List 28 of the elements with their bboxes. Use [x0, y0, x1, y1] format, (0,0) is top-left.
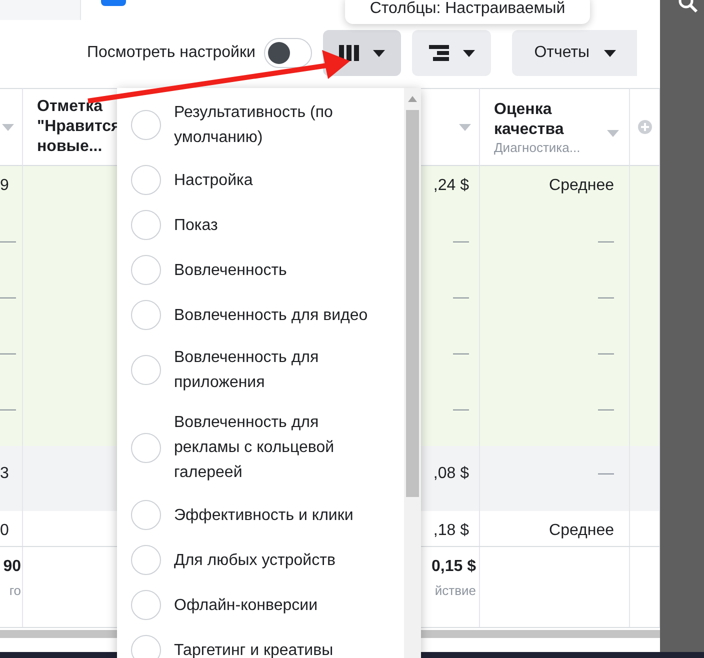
table-cell: — [598, 345, 614, 362]
table-cell: — [598, 401, 614, 418]
table-cell: ,24 $ [433, 177, 469, 194]
toggle-label: Посмотреть настройки [87, 44, 256, 62]
table-cell: Среднее [549, 177, 614, 194]
table-cell: 0 [0, 522, 9, 539]
total-label: йствие [434, 583, 476, 598]
total-value: 0,15 $ [432, 557, 476, 577]
table-cell: Среднее [549, 522, 614, 539]
table-cell: — [453, 401, 469, 418]
column-subtitle: Диагностика... [494, 140, 580, 154]
table-cell: — [0, 401, 16, 418]
tooltip: Столбцы: Настраиваемый [345, 0, 590, 24]
table-cell: — [598, 465, 614, 482]
table-cell: — [453, 233, 469, 250]
table-cell: 9 [0, 177, 9, 194]
table-cell: — [598, 289, 614, 306]
table-cell: ,08 $ [433, 465, 469, 482]
table-cell: — [0, 233, 16, 250]
table-cell: — [0, 345, 16, 362]
table-cell: — [453, 289, 469, 306]
table-cell: 3 [0, 465, 9, 482]
table-cell: — [598, 233, 614, 250]
total-label: го [9, 583, 21, 598]
total-value: 90 [3, 557, 21, 577]
table-cell: — [0, 289, 16, 306]
table-cell: — [453, 345, 469, 362]
table-cell: ,18 $ [433, 522, 469, 539]
